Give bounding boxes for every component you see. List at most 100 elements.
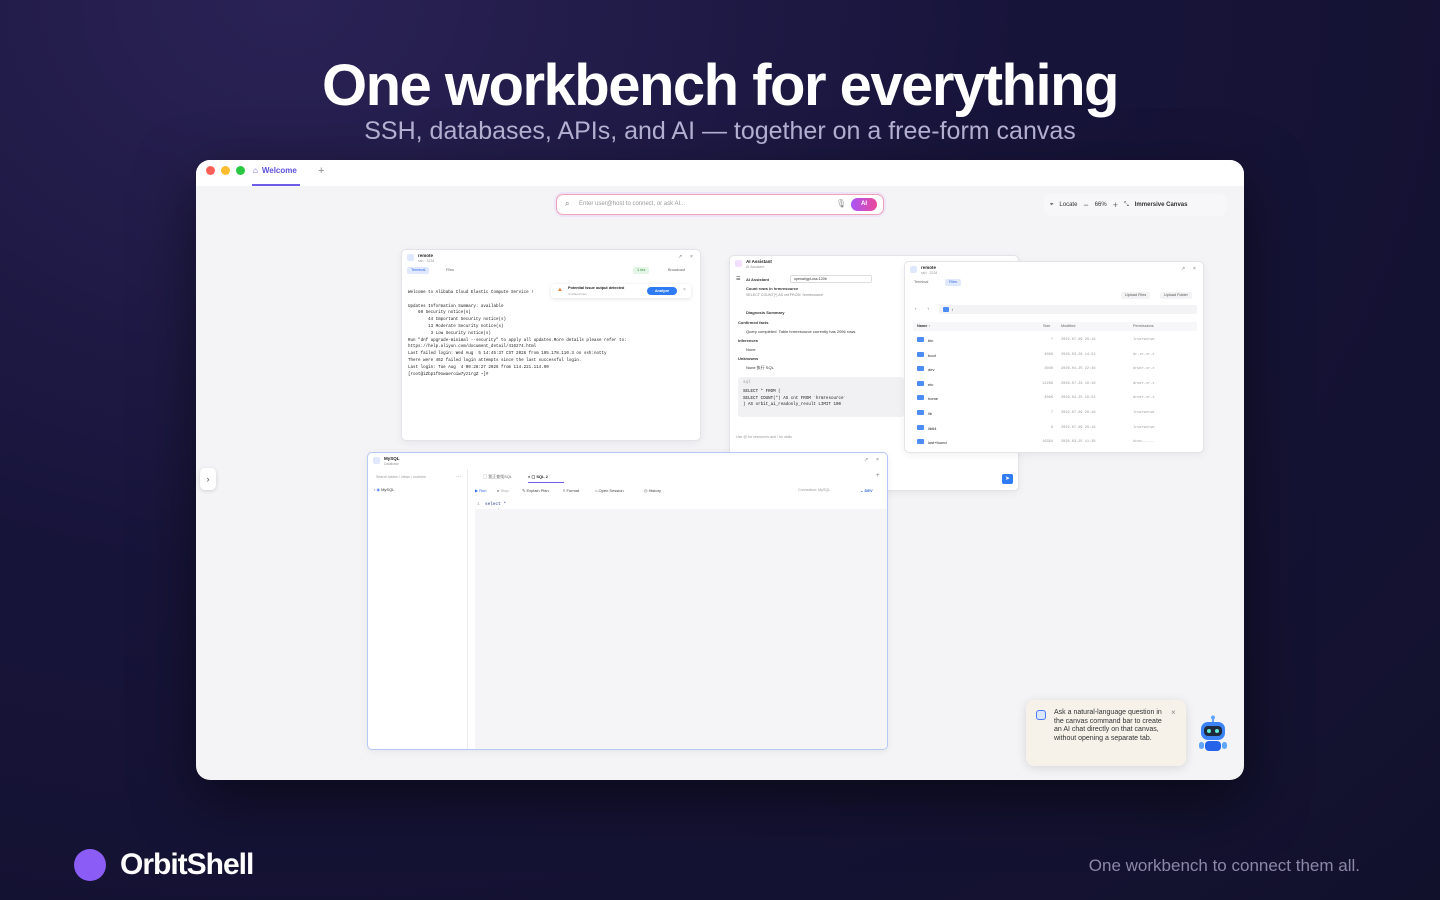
popout-icon[interactable]: ↗ xyxy=(678,254,682,260)
col-name[interactable]: Name ↑ xyxy=(917,324,930,328)
tagline: One workbench to connect them all. xyxy=(1088,856,1360,875)
zoom-level: 66% xyxy=(1094,202,1107,208)
alert-close-icon[interactable]: × xyxy=(683,287,686,293)
explain-plan-button[interactable]: ✎ Explain Plan xyxy=(522,488,549,493)
run-label: Run xyxy=(479,488,487,493)
file-permissions: lrwxrwxrwx xyxy=(1133,411,1155,415)
file-row[interactable]: lib 7 2022-07-09 20:18 lrwxrwxrwx xyxy=(913,407,1197,421)
confirmed-facts-item: Query completed. Table hrmresource curre… xyxy=(746,329,857,334)
tab-welcome[interactable]: ⌂ Welcome xyxy=(253,166,297,175)
tip-close-icon[interactable]: × xyxy=(1171,708,1176,717)
inferences-heading: Inferences xyxy=(738,338,759,343)
tab-files[interactable]: Files xyxy=(442,267,458,274)
upload-folder-button[interactable]: Upload Folder xyxy=(1160,292,1192,299)
tab-sql-1[interactable]: ▢ 我正查找SQL xyxy=(483,474,512,480)
terminal-output[interactable]: Welcome to Alibaba Cloud Elastic Compute… xyxy=(408,290,627,378)
locate-button[interactable]: Locate xyxy=(1059,202,1077,208)
popout-icon[interactable]: ↗ xyxy=(1181,266,1185,272)
tab-welcome-label: Welcome xyxy=(261,166,297,175)
connection-label: Connection: MySQL xyxy=(798,488,831,492)
path-text: / xyxy=(952,307,954,312)
model-select[interactable]: openai/gpt-oss-120b xyxy=(790,275,872,283)
back-icon[interactable]: ‹ xyxy=(915,306,916,311)
run-button[interactable]: ▶ Run xyxy=(475,488,487,493)
col-size[interactable]: Size xyxy=(1043,324,1050,328)
close-icon[interactable]: × xyxy=(690,254,693,260)
popout-icon[interactable]: ↗ xyxy=(864,457,868,463)
more-icon[interactable]: ··· xyxy=(456,474,461,480)
tab-sql-2[interactable]: × ▢ SQL 2 xyxy=(528,474,548,479)
close-icon[interactable]: × xyxy=(1193,266,1196,272)
path-bar[interactable]: / xyxy=(939,305,1197,314)
file-modified: 2022-07-09 20:18 xyxy=(1061,338,1096,342)
file-size: 3040 xyxy=(1044,367,1053,372)
file-row[interactable]: boot 4096 2026-03-26 14:53 dr-xr-xr-x xyxy=(913,349,1197,363)
upload-files-button[interactable]: Upload Files xyxy=(1121,292,1151,299)
up-icon[interactable]: ↑ xyxy=(927,306,929,311)
history-button[interactable]: ◷ History xyxy=(644,488,661,493)
menu-icon[interactable]: ☰ xyxy=(736,276,740,282)
folder-icon xyxy=(917,410,924,415)
ai-header-label: AI Assistant xyxy=(746,277,769,282)
command-bar[interactable]: ⌕ Enter user@host to connect, or ask AI.… xyxy=(556,194,884,215)
app-window: ⌂ Welcome + ⌕ Enter user@host to connect… xyxy=(196,160,1244,780)
file-name: dev xyxy=(928,367,935,373)
folder-icon xyxy=(917,424,924,430)
tab-files[interactable]: Files xyxy=(945,279,962,286)
file-row[interactable]: etc 12288 2026-07-29 10:16 drwxr-xr-x xyxy=(913,378,1197,392)
file-size: 9 xyxy=(1050,425,1053,430)
minimize-window-button[interactable] xyxy=(221,166,230,175)
file-row[interactable]: lib64 9 2022-07-09 20:18 lrwxrwxrwx xyxy=(913,422,1197,436)
broadcast-button[interactable]: Broadcast xyxy=(664,267,689,274)
latency-badge: 1 ms xyxy=(633,267,650,274)
send-icon[interactable]: ➤ xyxy=(1002,474,1013,484)
tab-terminal[interactable]: Terminal xyxy=(910,279,932,286)
command-input-placeholder[interactable]: Enter user@host to connect, or ask AI... xyxy=(579,201,685,207)
stop-button[interactable]: ■ Stop xyxy=(497,488,509,493)
close-window-button[interactable] xyxy=(206,166,215,175)
immersive-canvas-button[interactable]: Immersive Canvas xyxy=(1135,202,1188,208)
file-modified: 2022-07-09 20:18 xyxy=(1061,425,1096,430)
microphone-icon[interactable]: 🎙 xyxy=(836,199,846,208)
file-table-header: Name ↑ Size Modified Permissions xyxy=(913,322,1197,331)
maximize-window-button[interactable] xyxy=(236,166,245,175)
chat-icon xyxy=(1036,710,1046,720)
new-sql-tab-button[interactable]: + xyxy=(876,473,880,479)
open-session-label: Open Session xyxy=(598,488,624,493)
analyze-button[interactable]: Analyze xyxy=(647,287,677,295)
home-icon: ⌂ xyxy=(253,166,258,175)
col-modified[interactable]: Modified xyxy=(1061,324,1075,328)
diagnosis-summary: Diagnosis Summary xyxy=(746,310,785,315)
file-name: bin xyxy=(928,338,934,343)
new-tab-button[interactable]: + xyxy=(318,165,324,177)
close-icon[interactable]: × xyxy=(876,457,879,463)
open-session-button[interactable]: ⌂ Open Session xyxy=(595,488,624,493)
ai-button[interactable]: AI xyxy=(851,198,877,211)
file-name: lib64 xyxy=(928,425,937,431)
file-row[interactable]: home 4096 2026-04-25 19:52 drwxr-xr-x xyxy=(913,392,1197,406)
file-row[interactable]: bin 7 2022-07-09 20:18 lrwxrwxrwx xyxy=(913,334,1197,348)
zoom-out-button[interactable]: − xyxy=(1083,200,1088,210)
file-size: 4096 xyxy=(1044,352,1053,357)
schema-tree-root[interactable]: › ◉ MySQL xyxy=(374,487,394,492)
terminal-line: 44 Important Security notice(s) xyxy=(408,318,507,323)
file-permissions: drwxr-xr-x xyxy=(1133,367,1155,372)
database-icon: ◉ xyxy=(376,487,380,492)
ai-input-hint[interactable]: Use @ for resources and / for skills xyxy=(736,435,792,439)
crosshair-icon: ⌖ xyxy=(1050,201,1054,208)
format-button[interactable]: ≡ Format xyxy=(563,488,579,493)
col-permissions[interactable]: Permissions xyxy=(1133,324,1154,328)
code-line: SELECT COUNT(*) AS cnt FROM `hrmresource… xyxy=(743,396,847,401)
robot-assistant-icon[interactable] xyxy=(1196,715,1230,755)
ai-query-line: Count rows in hrmresource xyxy=(746,286,799,291)
file-row[interactable]: dev 3040 2026-04-25 22:46 drwxr-xr-x xyxy=(913,363,1197,377)
files-title: remote xyxy=(921,265,937,270)
environment-selector[interactable]: ⌄ DEV xyxy=(860,488,873,493)
ai-title: AI Assistant xyxy=(746,259,772,264)
sidebar-expand-button[interactable]: › xyxy=(200,468,216,490)
zoom-in-button[interactable]: + xyxy=(1113,200,1118,210)
schema-search-input[interactable]: Search tables / views / routines xyxy=(376,475,426,479)
file-row[interactable]: lost+found 16384 2026-03-25 11:38 drwx-----… xyxy=(913,436,1197,450)
code-line: ) AS orbit_ai_readonly_result LIMIT 100 xyxy=(743,403,842,408)
tab-terminal[interactable]: Terminal xyxy=(407,267,430,274)
